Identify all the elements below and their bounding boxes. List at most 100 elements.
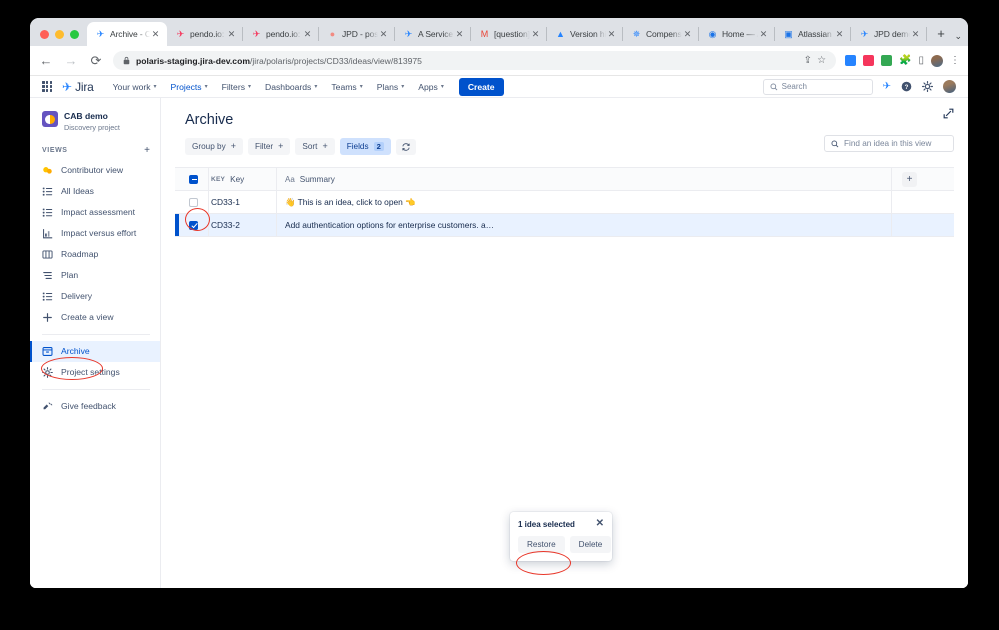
chrome-ext-icon[interactable] bbox=[881, 55, 892, 66]
browser-tab[interactable]: ●JPD - post G✕ bbox=[319, 22, 395, 46]
plan-icon bbox=[42, 270, 53, 281]
browser-profile-avatar[interactable] bbox=[931, 55, 943, 67]
back-button[interactable]: ← bbox=[38, 54, 54, 67]
delete-button[interactable]: Delete bbox=[570, 536, 612, 553]
table-row[interactable]: CD33-1 👋 This is an idea, click to open 👈 bbox=[175, 191, 954, 214]
browser-tab[interactable]: ✈pendo.io: Acc✕ bbox=[167, 22, 243, 46]
loom-icon[interactable] bbox=[845, 55, 856, 66]
sidebar-item-impact-assessment[interactable]: Impact assessment bbox=[30, 202, 160, 223]
tab-list-chevron-icon[interactable]: ⌄ bbox=[954, 31, 962, 42]
close-tab-icon[interactable]: ✕ bbox=[758, 29, 769, 40]
close-window-button[interactable] bbox=[40, 30, 49, 39]
add-view-icon[interactable]: + bbox=[144, 146, 150, 156]
plus-icon[interactable]: + bbox=[322, 142, 327, 151]
row-select-cell[interactable] bbox=[179, 191, 209, 213]
close-tab-icon[interactable]: ✕ bbox=[530, 29, 541, 40]
nav-item-filters[interactable]: Filters▾ bbox=[215, 79, 258, 95]
create-button[interactable]: Create bbox=[459, 78, 504, 96]
sidepanel-icon[interactable]: ▯ bbox=[918, 56, 924, 66]
nav-item-dashboards[interactable]: Dashboards▾ bbox=[258, 79, 324, 95]
sidebar-item-plan[interactable]: Plan bbox=[30, 265, 160, 286]
row-key-cell[interactable]: CD33-1 bbox=[209, 191, 277, 213]
sidebar-item-create-a-view[interactable]: Create a view bbox=[30, 307, 160, 328]
sidebar-item-delivery[interactable]: Delivery bbox=[30, 286, 160, 307]
row-summary-label: 👋 This is an idea, click to open 👈 bbox=[285, 197, 416, 208]
nav-item-teams[interactable]: Teams▾ bbox=[324, 79, 369, 95]
plus-icon[interactable]: + bbox=[231, 142, 236, 151]
browser-tab[interactable]: ◉Home — Atla✕ bbox=[699, 22, 775, 46]
close-tab-icon[interactable]: ✕ bbox=[454, 29, 465, 40]
browser-tab[interactable]: ▣Atlassian - C✕ bbox=[775, 22, 851, 46]
close-tab-icon[interactable]: ✕ bbox=[302, 29, 313, 40]
share-icon[interactable]: ⇪ bbox=[804, 56, 812, 66]
column-header-key[interactable]: KEY Key bbox=[209, 168, 277, 190]
address-bar[interactable]: polaris-staging.jira-dev.com/jira/polari… bbox=[113, 51, 836, 70]
maximize-window-button[interactable] bbox=[70, 30, 79, 39]
close-tab-icon[interactable]: ✕ bbox=[226, 29, 237, 40]
row-checkbox[interactable] bbox=[189, 221, 198, 230]
table-row[interactable]: CD33-2Add authentication options for ent… bbox=[175, 214, 954, 237]
puzzle-icon[interactable]: 🧩 bbox=[899, 56, 911, 66]
user-avatar[interactable] bbox=[943, 80, 956, 93]
sidebar-item-impact-versus-effort[interactable]: Impact versus effort bbox=[30, 223, 160, 244]
jira-logo[interactable]: ✈ Jira bbox=[62, 80, 94, 94]
browser-tab[interactable]: M[question] Ji✕ bbox=[471, 22, 547, 46]
plus-icon[interactable]: + bbox=[278, 142, 283, 151]
close-tab-icon[interactable]: ✕ bbox=[606, 29, 617, 40]
minimize-window-button[interactable] bbox=[55, 30, 64, 39]
row-select-cell[interactable] bbox=[179, 214, 209, 236]
jira-ext-icon[interactable] bbox=[863, 55, 874, 66]
browser-tab[interactable]: ✈Archive - CAB demo✕ bbox=[87, 22, 167, 46]
select-all-checkbox[interactable] bbox=[189, 175, 198, 184]
nav-item-your-work[interactable]: Your work▾ bbox=[106, 79, 164, 95]
restore-button[interactable]: Restore bbox=[518, 536, 565, 553]
notifications-icon[interactable]: ✈ bbox=[883, 82, 891, 92]
app-switcher-icon[interactable] bbox=[42, 81, 56, 91]
control-group-by[interactable]: Group by+ bbox=[185, 138, 243, 155]
control-fields[interactable]: Fields2 bbox=[340, 138, 391, 155]
add-column-button[interactable]: + bbox=[902, 172, 917, 187]
close-tab-icon[interactable]: ✕ bbox=[150, 29, 161, 40]
sidebar-item-roadmap[interactable]: Roadmap bbox=[30, 244, 160, 265]
nav-item-apps[interactable]: Apps▾ bbox=[411, 79, 451, 95]
global-search-input[interactable]: Search bbox=[763, 79, 873, 95]
column-header-summary[interactable]: Aa Summary bbox=[277, 168, 892, 190]
browser-tab[interactable]: ▲Version histo✕ bbox=[547, 22, 623, 46]
nav-item-plans[interactable]: Plans▾ bbox=[370, 79, 412, 95]
browser-menu-icon[interactable]: ⋮ bbox=[950, 56, 960, 66]
row-checkbox[interactable] bbox=[189, 198, 198, 207]
sidebar-item-archive[interactable]: Archive bbox=[30, 341, 160, 362]
close-tab-icon[interactable]: ✕ bbox=[910, 29, 921, 40]
settings-icon[interactable] bbox=[922, 81, 933, 92]
close-tab-icon[interactable]: ✕ bbox=[682, 29, 693, 40]
tabstrip-right: ⌄ bbox=[954, 31, 968, 46]
control-sort[interactable]: Sort+ bbox=[295, 138, 334, 155]
refresh-sort-icon[interactable] bbox=[396, 139, 416, 155]
expand-icon[interactable] bbox=[943, 108, 954, 119]
row-key-cell[interactable]: CD33-2 bbox=[209, 214, 277, 236]
browser-tab[interactable]: ✈A Service De✕ bbox=[395, 22, 471, 46]
nav-item-projects[interactable]: Projects▾ bbox=[164, 79, 215, 95]
browser-tab[interactable]: ✵Compensatio✕ bbox=[623, 22, 699, 46]
browser-tab[interactable]: ✈JPD demo's✕ bbox=[851, 22, 927, 46]
project-header[interactable]: CAB demo Discovery project bbox=[30, 107, 160, 140]
close-tab-icon[interactable]: ✕ bbox=[834, 29, 845, 40]
control-filter[interactable]: Filter+ bbox=[248, 138, 290, 155]
sidebar-item-give-feedback[interactable]: Give feedback bbox=[30, 396, 160, 417]
sidebar-item-all-ideas[interactable]: All Ideas bbox=[30, 181, 160, 202]
row-summary-cell[interactable]: Add authentication options for enterpris… bbox=[277, 214, 892, 236]
select-all-cell[interactable] bbox=[179, 168, 209, 190]
find-idea-input[interactable]: Find an idea in this view bbox=[824, 135, 954, 152]
close-tab-icon[interactable]: ✕ bbox=[378, 29, 389, 40]
sidebar-item-project-settings[interactable]: Project settings bbox=[30, 362, 160, 383]
sidebar-item-contributor-view[interactable]: Contributor view bbox=[30, 160, 160, 181]
row-extra-cell bbox=[892, 214, 954, 236]
bookmark-star-icon[interactable]: ☆ bbox=[817, 56, 826, 66]
forward-button[interactable]: → bbox=[63, 54, 79, 67]
new-tab-button[interactable]: + bbox=[931, 24, 951, 44]
reload-button[interactable]: ⟳ bbox=[88, 54, 104, 67]
help-icon[interactable]: ? bbox=[901, 81, 912, 92]
row-summary-cell[interactable]: 👋 This is an idea, click to open 👈 bbox=[277, 191, 892, 213]
close-icon[interactable]: ✕ bbox=[596, 519, 604, 529]
browser-tab[interactable]: ✈pendo.io: Vis✕ bbox=[243, 22, 319, 46]
